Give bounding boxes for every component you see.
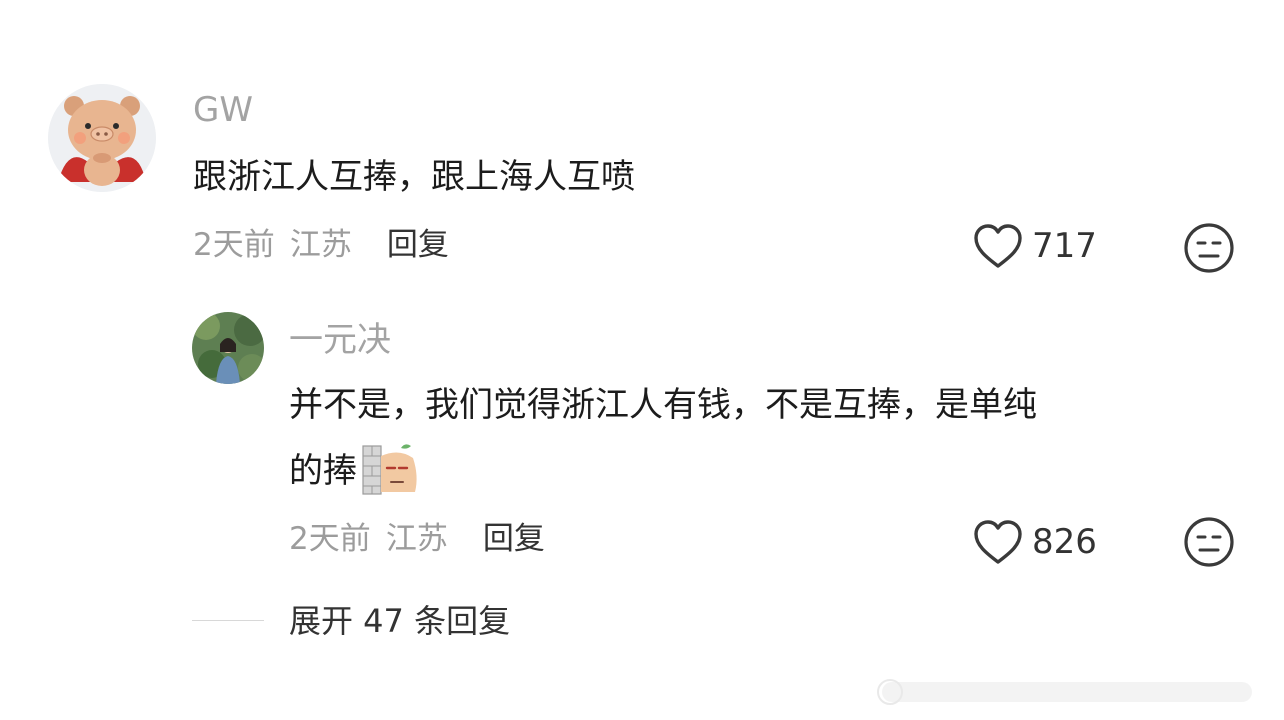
like-count: 717 bbox=[1032, 226, 1097, 266]
heart-icon bbox=[974, 224, 1022, 268]
reply-time: 2天前 bbox=[289, 521, 371, 557]
comment-username[interactable]: GW bbox=[193, 90, 253, 130]
neutral-face-icon bbox=[1184, 223, 1234, 273]
emoji-reaction-button[interactable] bbox=[1183, 222, 1235, 278]
comment-meta: 2天前 江苏 回复 bbox=[193, 225, 449, 265]
comment-text: 跟浙江人互捧，跟上海人互喷 bbox=[193, 157, 635, 197]
reply-location: 江苏 bbox=[385, 521, 448, 557]
reply-text-line1: 并不是，我们觉得浙江人有钱，不是互捧，是单纯 bbox=[289, 385, 1037, 425]
reply-button[interactable]: 回复 bbox=[387, 227, 449, 263]
reply-like-count: 826 bbox=[1032, 522, 1097, 562]
comment-time: 2天前 bbox=[193, 227, 275, 263]
comment-location: 江苏 bbox=[289, 227, 352, 263]
peeking-face-sticker-icon bbox=[361, 442, 419, 518]
reply-meta: 2天前 江苏 回复 bbox=[289, 519, 545, 559]
comment-avatar[interactable] bbox=[48, 84, 156, 192]
neutral-face-icon bbox=[1184, 517, 1234, 567]
photo-avatar-icon bbox=[192, 312, 264, 384]
reply-text-line2: 的捧 bbox=[289, 451, 357, 491]
reply-reply-button[interactable]: 回复 bbox=[483, 521, 545, 557]
reply-text-line2-wrap: 的捧 bbox=[289, 438, 1229, 518]
watermark bbox=[872, 674, 1272, 710]
reply-like-button[interactable]: 826 bbox=[972, 518, 1097, 566]
expand-divider bbox=[192, 620, 264, 621]
reply-emoji-reaction-button[interactable] bbox=[1183, 516, 1235, 572]
like-button[interactable]: 717 bbox=[972, 222, 1097, 270]
reply-text: 并不是，我们觉得浙江人有钱，不是互捧，是单纯 的捧 bbox=[289, 372, 1229, 518]
pig-avatar-icon bbox=[48, 84, 156, 192]
reply-avatar[interactable] bbox=[192, 312, 264, 384]
heart-icon bbox=[974, 520, 1022, 564]
expand-replies-button[interactable]: 展开 47 条回复 bbox=[289, 601, 510, 641]
reply-username[interactable]: 一元决 bbox=[289, 320, 391, 360]
